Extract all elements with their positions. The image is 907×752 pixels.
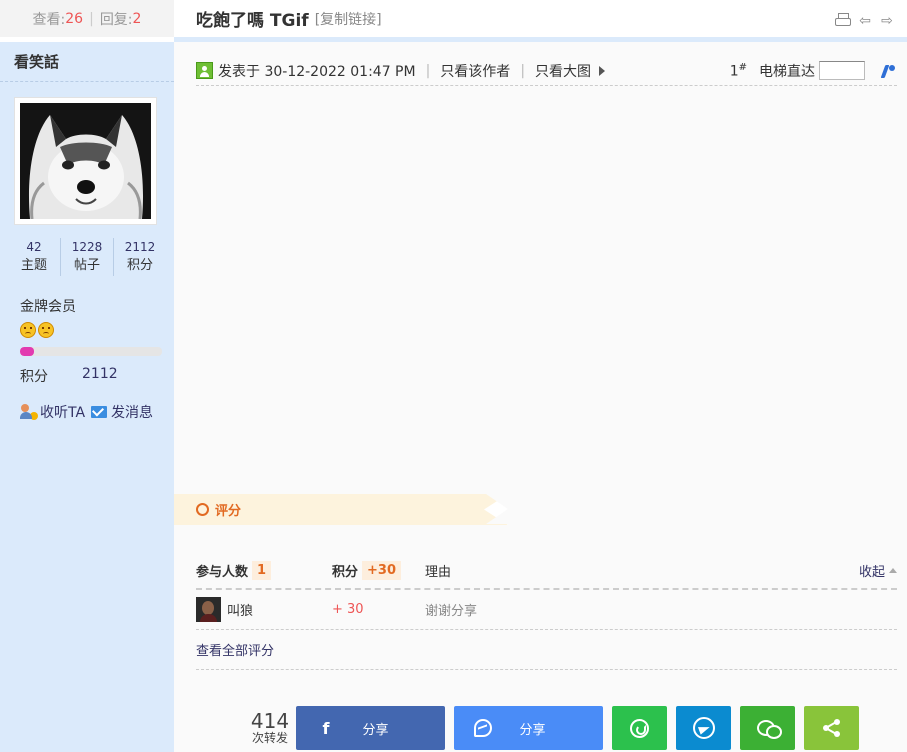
meta-separator: |: [425, 62, 431, 79]
author-stats: 42 主题 1228 帖子 2112 积分: [8, 238, 166, 276]
stat-label: 积分: [126, 258, 153, 273]
reason-header: 理由: [425, 565, 452, 580]
follow-button[interactable]: 收听TA: [20, 402, 85, 422]
only-author-link[interactable]: 只看该作者: [440, 61, 510, 81]
rating-tab-notch: [484, 494, 508, 525]
messenger-icon: [474, 719, 492, 737]
post-meta: 发表于 30-12-2022 01:47 PM | 只看该作者 | 只看大图 1…: [196, 56, 897, 86]
mail-icon: [91, 406, 108, 418]
caret-right-icon[interactable]: [599, 65, 606, 76]
rater-name[interactable]: 叫狼: [227, 600, 253, 619]
author-sidebar: 查看: 26 | 回复: 2 看笑話 42 主题 1228 帖子 2112 积分…: [0, 0, 174, 752]
rating-tab-label: 评分: [215, 504, 242, 519]
rating-circle-icon: [196, 503, 209, 516]
replies-label: 回复:: [99, 11, 133, 28]
collapse-label: 收起: [858, 565, 885, 580]
stat-value: 1228: [71, 240, 103, 254]
author-name[interactable]: 看笑話: [0, 42, 174, 82]
stat-label: 帖子: [73, 258, 100, 273]
facebook-share-label: 分享: [362, 722, 389, 738]
face-icon: [20, 322, 36, 338]
avatar-image: [20, 103, 151, 219]
rater-user[interactable]: 叫狼: [196, 597, 332, 622]
floor-controls: 1# 电梯直达: [730, 61, 897, 81]
avatar[interactable]: [14, 97, 157, 225]
thread-title: 吃飽了嗎 TGif: [196, 11, 309, 31]
points-badge: +30: [362, 561, 401, 580]
rating-header: 参与人数 1 积分 +30 理由 收起: [196, 553, 897, 590]
stat-label: 主题: [20, 258, 47, 273]
chevron-up-icon: [889, 568, 897, 573]
follow-label: 收听TA: [40, 405, 86, 421]
facebook-share-button[interactable]: f 分享: [296, 706, 445, 750]
stat-posts[interactable]: 1228 帖子: [61, 238, 114, 276]
next-thread-icon[interactable]: ⇨: [879, 14, 895, 28]
replies-count: 2: [132, 10, 142, 27]
stat-value: 42: [26, 240, 42, 254]
share-count: 414 次转发: [244, 711, 296, 745]
views-label: 查看:: [32, 11, 66, 28]
rank-progress-bar: [20, 347, 162, 356]
score-value: 2112: [82, 366, 118, 382]
views-count: 26: [65, 10, 84, 27]
table-row: 叫狼 + 30 谢谢分享: [196, 590, 897, 630]
message-button[interactable]: 发消息: [85, 402, 153, 422]
online-user-icon: [196, 62, 213, 79]
follow-icon: [20, 404, 38, 420]
husky-avatar-icon: [20, 103, 151, 219]
messenger-share-label: 分享: [519, 722, 546, 738]
whatsapp-icon: [630, 718, 649, 738]
member-rank[interactable]: 金牌会员: [20, 296, 76, 316]
rater-avatar[interactable]: [196, 597, 221, 622]
score-label: 积分: [20, 369, 48, 385]
share-icon: [822, 719, 841, 737]
rank-stars: [20, 322, 54, 338]
share-bar: 414 次转发 f 分享 分享: [244, 706, 859, 750]
print-icon[interactable]: [835, 13, 851, 26]
whatsapp-share-button[interactable]: [612, 706, 667, 750]
rating-tab[interactable]: 评分: [174, 494, 508, 525]
meta-separator: |: [520, 62, 526, 79]
collapse-button[interactable]: 收起: [859, 561, 897, 580]
author-actions: 收听TA 发消息: [20, 402, 153, 422]
elevator-icon[interactable]: [881, 63, 897, 79]
floor-number[interactable]: 1#: [730, 62, 747, 80]
messenger-share-button[interactable]: 分享: [454, 706, 603, 750]
thread-header: 吃飽了嗎 TGif [复制链接] ⇦ ⇨: [174, 0, 907, 42]
points-label: 积分: [332, 565, 359, 580]
stat-value: 2112: [124, 240, 156, 254]
telegram-icon: [692, 717, 715, 739]
stat-threads[interactable]: 42 主题: [8, 238, 61, 276]
post-main: 吃飽了嗎 TGif [复制链接] ⇦ ⇨ 发表于 30-12-2022 01:4…: [174, 0, 907, 752]
participants-label: 参与人数: [196, 565, 249, 580]
copy-link-button[interactable]: [复制链接]: [315, 9, 382, 29]
stats-separator: |: [89, 10, 94, 27]
participants-header: 参与人数 1: [196, 561, 332, 580]
share-count-number: 414: [250, 709, 290, 733]
face-icon: [38, 322, 54, 338]
message-label: 发消息: [111, 405, 154, 421]
rater-points: + 30: [332, 602, 364, 617]
thread-tools: ⇦ ⇨: [835, 13, 895, 28]
wechat-share-button[interactable]: [740, 706, 795, 750]
share-more-button[interactable]: [804, 706, 859, 750]
facebook-icon: f: [322, 718, 330, 738]
thread-stats: 查看: 26 | 回复: 2: [0, 0, 174, 42]
rank-progress-fill: [20, 347, 35, 356]
wechat-icon: [756, 719, 782, 739]
jump-label: 电梯直达: [759, 61, 865, 81]
view-all-ratings-link[interactable]: 查看全部评分: [196, 630, 897, 670]
jump-floor-input[interactable]: [819, 61, 865, 80]
post-date: 发表于 30-12-2022 01:47 PM: [218, 63, 416, 80]
participants-badge: 1: [252, 561, 272, 580]
telegram-share-button[interactable]: [676, 706, 731, 750]
stat-points[interactable]: 2112 积分: [114, 238, 166, 276]
only-images-link[interactable]: 只看大图: [535, 61, 591, 81]
share-count-label: 次转发: [251, 731, 288, 745]
points-header: 积分 +30: [332, 561, 425, 580]
prev-thread-icon[interactable]: ⇦: [857, 14, 873, 28]
rater-reason: 谢谢分享: [425, 604, 478, 619]
score-row: 积分 2112: [20, 366, 118, 386]
rating-table: 参与人数 1 积分 +30 理由 收起 叫狼 + 30 谢谢分享 查看全部评分: [196, 553, 897, 670]
